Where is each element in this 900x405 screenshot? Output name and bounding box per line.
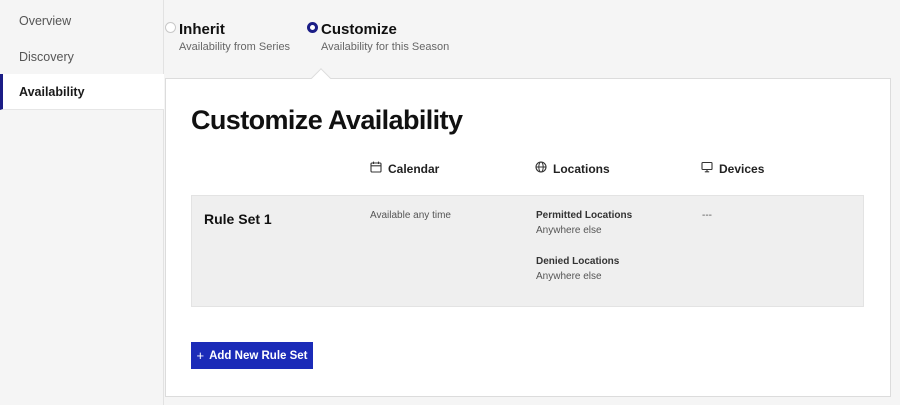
sidebar-item-label: Discovery: [19, 50, 74, 64]
inherit-subtitle: Availability from Series: [179, 41, 291, 53]
denied-locations-label: Denied Locations: [536, 256, 620, 267]
rule-set-name: Rule Set 1: [204, 211, 272, 227]
sidebar-item-label: Overview: [19, 14, 72, 28]
page-title: Customize Availability: [191, 105, 463, 135]
locations-column-header: Locations: [535, 161, 610, 176]
rule-set-row: Rule Set 1 Available any time Permitted …: [191, 195, 864, 307]
calendar-icon: [370, 161, 388, 176]
calendar-value: Available any time: [370, 210, 451, 221]
panel-pointer: [311, 68, 331, 88]
inherit-option[interactable]: Inherit Availability from Series: [165, 20, 291, 54]
customize-title: Customize: [321, 21, 397, 38]
globe-icon: [535, 161, 553, 176]
monitor-icon: [701, 161, 719, 176]
inherit-radio[interactable]: [165, 22, 176, 33]
locations-column-label: Locations: [553, 161, 610, 176]
permitted-locations-value: Anywhere else: [536, 225, 602, 236]
plus-icon: +: [196, 348, 205, 363]
calendar-column-label: Calendar: [388, 161, 440, 176]
add-new-rule-set-label: Add New Rule Set: [209, 349, 308, 362]
sidebar-item-discovery[interactable]: Discovery: [0, 39, 164, 75]
devices-column-header: Devices: [701, 161, 764, 176]
devices-value: ---: [702, 210, 712, 221]
customize-radio[interactable]: [307, 22, 318, 33]
add-new-rule-set-button[interactable]: + Add New Rule Set: [191, 342, 313, 369]
customize-option[interactable]: Customize Availability for this Season: [307, 20, 450, 54]
sidebar-item-overview[interactable]: Overview: [0, 3, 164, 39]
inherit-title: Inherit: [179, 21, 225, 38]
devices-column-label: Devices: [719, 161, 765, 176]
denied-locations-value: Anywhere else: [536, 271, 602, 282]
customize-subtitle: Availability for this Season: [321, 41, 450, 53]
sidebar-item-label: Availability: [19, 84, 85, 99]
permitted-locations-label: Permitted Locations: [536, 210, 633, 221]
calendar-column-header: Calendar: [370, 161, 439, 176]
availability-panel: Customize Availability Calendar Location…: [165, 68, 891, 397]
sidebar: Overview Discovery Availability: [0, 0, 164, 405]
sidebar-item-availability[interactable]: Availability: [0, 74, 164, 110]
